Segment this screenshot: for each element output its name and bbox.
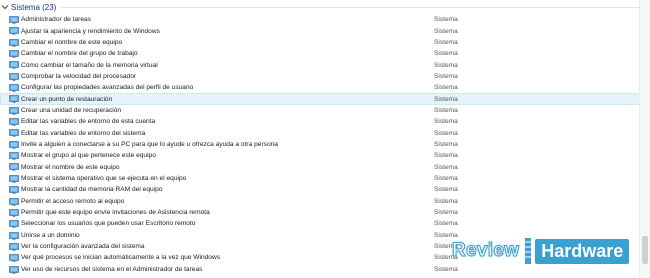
system-computer-icon xyxy=(9,254,19,263)
list-item-name: Invite a alguien a conectarse a su PC pa… xyxy=(21,140,278,148)
list-item-name: Ver uso de recursos del sistema en el Ad… xyxy=(21,265,203,273)
system-computer-icon xyxy=(9,50,19,58)
list-item-category: Sistema xyxy=(434,186,458,194)
list-item[interactable]: Cambiar el nombre del grupo de trabajo Si… xyxy=(0,48,640,59)
system-computer-icon xyxy=(9,197,19,206)
list-item-name: Comprobar la velocidad del procesador xyxy=(21,72,137,80)
group-divider xyxy=(61,6,644,8)
list-item[interactable]: Mostrar el grupo al que pertenece este e… xyxy=(0,150,640,161)
list-item-category: Sistema xyxy=(434,197,458,205)
list-item[interactable]: Cómo cambiar el tamaño de la memoria vir… xyxy=(0,59,640,70)
list-item-name: Cambiar el nombre del grupo de trabajo xyxy=(21,50,138,58)
system-computer-icon xyxy=(9,209,19,217)
list-item-name: Ajustar la apariencia y rendimiento de W… xyxy=(21,27,160,35)
system-computer-icon xyxy=(9,118,19,126)
group-title: Sistema (23) xyxy=(11,2,57,12)
system-computer-icon xyxy=(9,231,19,240)
list-item-category: Sistema xyxy=(434,129,458,137)
system-computer-icon xyxy=(9,220,19,228)
system-computer-icon xyxy=(9,265,19,274)
list-item-category: Sistema xyxy=(434,38,458,46)
list-item-name: Editar las variables de entorno de esta … xyxy=(21,118,156,126)
list-item-name: Ver qué procesos se inician automáticame… xyxy=(21,254,221,262)
scrollbar-thumb[interactable] xyxy=(642,236,648,264)
list-item[interactable]: Editar las variables de entorno del sist… xyxy=(0,127,640,138)
system-computer-icon xyxy=(9,186,19,194)
system-computer-icon xyxy=(9,163,19,172)
list-item-name: Crear un punto de restauración xyxy=(21,95,113,103)
list-item-name: Mostrar el nombre de este equipo xyxy=(21,163,120,171)
list-item[interactable]: Crear un punto de restauración Sistema xyxy=(0,93,640,105)
list-item[interactable]: Editar las variables de entorno de esta … xyxy=(0,116,640,127)
list-item[interactable]: Cambiar el nombre de este equipo Sistema xyxy=(0,37,640,48)
list-item[interactable]: Invite a alguien a conectarse a su PC pa… xyxy=(0,139,640,150)
list-item[interactable]: Permitir que este equipo envíe invitacio… xyxy=(0,207,640,218)
list-item-category: Sistema xyxy=(434,163,458,171)
chevron-down-icon[interactable] xyxy=(1,3,9,11)
system-computer-icon xyxy=(9,61,19,70)
list-item-category: Sistema xyxy=(434,140,458,148)
list-item[interactable]: Ajustar la apariencia y rendimiento de W… xyxy=(0,25,640,36)
list-item[interactable]: Crear una unidad de recuperación Sistema xyxy=(0,105,640,116)
system-computer-icon xyxy=(9,152,19,160)
list-item[interactable]: Seleccionar los usuarios que pueden usar… xyxy=(0,218,640,229)
vertical-scrollbar[interactable] xyxy=(639,0,650,278)
watermark-logo: Review Hardware xyxy=(451,234,630,268)
system-computer-icon xyxy=(9,38,19,47)
group-header-sistema[interactable]: Sistema (23) xyxy=(0,0,650,14)
list-item-category: Sistema xyxy=(434,50,458,58)
system-computer-icon xyxy=(9,140,19,149)
list-item-name: Unirse a un dominio xyxy=(21,231,80,239)
list-item-category: Sistema xyxy=(434,118,458,126)
list-item[interactable]: Comprobar la velocidad del procesador Sis… xyxy=(0,71,640,82)
list-item-name: Editar las variables de entorno del sist… xyxy=(21,129,146,137)
system-computer-icon xyxy=(9,175,19,183)
system-computer-icon xyxy=(9,243,19,251)
list-item-name: Cómo cambiar el tamaño de la memoria vir… xyxy=(21,61,158,69)
list-item-name: Seleccionar los usuarios que pueden usar… xyxy=(21,220,196,228)
list-item[interactable]: Permitir el acceso remoto al equipo Siste… xyxy=(0,196,640,207)
list-item-name: Permitir el acceso remoto al equipo xyxy=(21,197,125,205)
list-item-name: Mostrar el grupo al que pertenece este e… xyxy=(21,152,156,160)
list-item-name: Cambiar el nombre de este equipo xyxy=(21,38,123,46)
list-item-category: Sistema xyxy=(434,209,458,217)
system-computer-icon xyxy=(9,129,19,138)
list-item[interactable]: Configurar las propiedades avanzadas del… xyxy=(0,82,640,93)
list-item[interactable]: Mostrar la cantidad de memoria RAM del e… xyxy=(0,184,640,195)
list-item-name: Permitir que este equipo envíe invitacio… xyxy=(21,209,210,217)
system-computer-icon xyxy=(9,84,19,92)
list-item-category: Sistema xyxy=(434,220,458,228)
list-item-name: Configurar las propiedades avanzadas del… xyxy=(21,84,194,92)
list-item-name: Mostrar la cantidad de memoria RAM del e… xyxy=(21,186,163,194)
list-item-category: Sistema xyxy=(434,61,458,69)
list-item-category: Sistema xyxy=(434,106,458,114)
watermark-text-left: Review xyxy=(451,240,520,262)
system-computer-icon xyxy=(9,72,19,81)
chip-icon xyxy=(524,238,533,264)
list-item-category: Sistema xyxy=(434,72,458,80)
system-computer-icon xyxy=(9,16,19,24)
list-item-category: Sistema xyxy=(434,84,458,92)
list-item[interactable]: Mostrar el sistema operativo que se ejec… xyxy=(0,173,640,184)
system-computer-icon xyxy=(9,95,19,104)
list-item-name: Ver la configuración avanzada del sistem… xyxy=(21,243,145,251)
list-item[interactable]: Administrador de tareas Sistema xyxy=(0,14,640,25)
list-item-category: Sistema xyxy=(434,152,458,160)
list-item-name: Mostrar el sistema operativo que se ejec… xyxy=(21,174,187,182)
list-item-category: Sistema xyxy=(434,95,458,103)
system-computer-icon xyxy=(9,106,19,115)
list-item-category: Sistema xyxy=(434,16,458,24)
list-item-name: Administrador de tareas xyxy=(21,16,92,24)
list-item-category: Sistema xyxy=(434,27,458,35)
list-item-category: Sistema xyxy=(434,174,458,182)
list-item[interactable]: Mostrar el nombre de este equipo Sistema xyxy=(0,161,640,172)
list-item-name: Crear una unidad de recuperación xyxy=(21,106,122,114)
system-computer-icon xyxy=(9,27,19,36)
watermark-text-right: Hardware xyxy=(535,238,630,264)
